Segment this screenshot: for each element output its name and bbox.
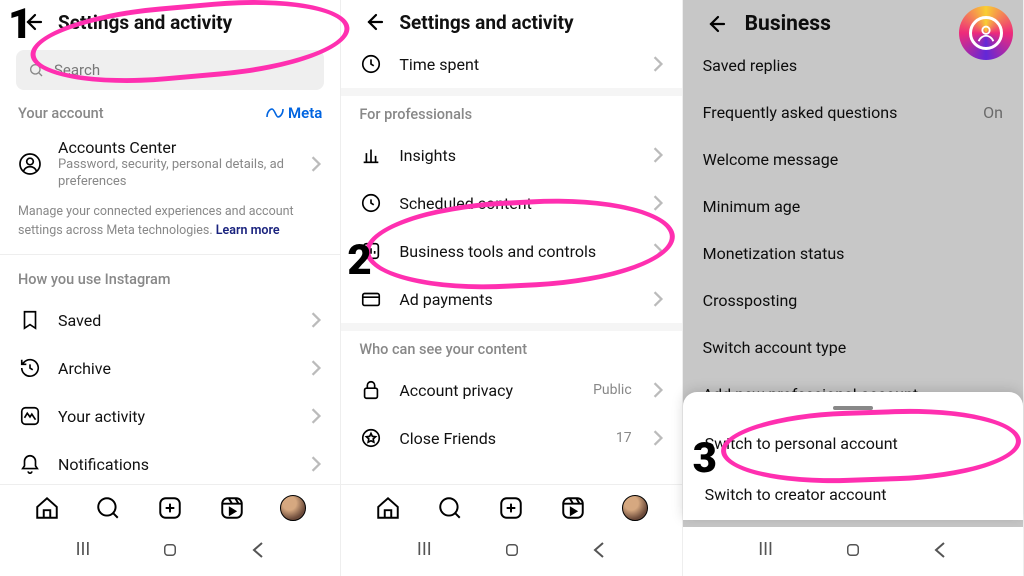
search-icon <box>28 62 44 78</box>
back-nav-icon[interactable] <box>933 542 947 558</box>
header: Settings and activity <box>0 0 340 40</box>
your-activity-row[interactable]: Your activity <box>0 392 340 440</box>
chevron-right-icon <box>652 243 664 259</box>
bell-icon <box>18 452 42 476</box>
instagram-profile-badge <box>959 6 1013 60</box>
chevron-right-icon <box>652 195 664 211</box>
bookmark-icon <box>18 308 42 332</box>
recent-apps-icon[interactable]: III <box>758 539 773 560</box>
chevron-right-icon <box>310 156 322 172</box>
chevron-right-icon <box>652 56 664 72</box>
scheduled-content-row[interactable]: Scheduled content <box>341 179 681 227</box>
home-icon[interactable] <box>34 495 60 521</box>
step-number-2: 2 <box>347 240 371 282</box>
chevron-right-icon <box>652 430 664 446</box>
chevron-right-icon <box>652 147 664 163</box>
search-icon[interactable] <box>95 495 121 521</box>
card-icon <box>359 287 383 311</box>
clock-icon <box>359 52 383 76</box>
tab-bar <box>341 484 681 527</box>
search-placeholder: Search <box>54 61 100 79</box>
page-title: Settings and activity <box>399 11 573 34</box>
archive-icon <box>18 356 42 380</box>
step-number-1: 1 <box>8 4 32 46</box>
home-button-icon[interactable] <box>161 541 179 559</box>
create-icon[interactable] <box>498 495 524 521</box>
accounts-center-title: Accounts Center <box>58 138 294 157</box>
page-title: Settings and activity <box>58 11 232 34</box>
business-tools-row[interactable]: Business tools and controls <box>341 227 681 275</box>
account-privacy-row[interactable]: Account privacy Public <box>341 366 681 414</box>
search-icon[interactable] <box>437 495 463 521</box>
step-number-3: 3 <box>693 438 717 480</box>
reels-icon[interactable] <box>219 495 245 521</box>
back-nav-icon[interactable] <box>592 542 606 558</box>
schedule-icon <box>359 191 383 215</box>
chevron-right-icon <box>652 291 664 307</box>
chevron-right-icon <box>310 312 322 328</box>
how-you-use-label: How you use Instagram <box>0 261 340 296</box>
sheet-handle[interactable] <box>833 406 873 410</box>
profile-avatar[interactable] <box>622 495 648 521</box>
notifications-row[interactable]: Notifications <box>0 440 340 480</box>
home-button-icon[interactable] <box>844 541 862 559</box>
lock-icon <box>359 378 383 402</box>
learn-more-link[interactable]: Learn more <box>216 223 280 238</box>
profile-icon <box>18 152 42 176</box>
meta-brand: Meta <box>266 104 322 122</box>
accounts-center-sub: Password, security, personal details, ad… <box>58 157 294 191</box>
chevron-right-icon <box>310 408 322 424</box>
back-nav-icon[interactable] <box>251 542 265 558</box>
chevron-right-icon <box>652 382 664 398</box>
time-spent-row[interactable]: Time spent <box>341 40 681 88</box>
home-button-icon[interactable] <box>503 541 521 559</box>
star-icon <box>359 426 383 450</box>
switch-creator-option[interactable]: Switch to creator account <box>683 469 1023 520</box>
activity-icon <box>18 404 42 428</box>
accounts-note: Manage your connected experiences and ac… <box>0 203 340 256</box>
android-nav: III <box>683 527 1023 576</box>
android-nav: III <box>341 527 681 576</box>
who-can-see-label: Who can see your content <box>341 331 681 366</box>
bottom-sheet: Switch to personal account Switch to cre… <box>683 392 1023 520</box>
tab-bar <box>0 484 340 527</box>
close-friends-row[interactable]: Close Friends 17 <box>341 414 681 462</box>
phone-3: 3 Business Saved replies Frequently aske… <box>683 0 1024 576</box>
recent-apps-icon[interactable]: III <box>76 539 91 560</box>
reels-icon[interactable] <box>560 495 586 521</box>
back-icon[interactable] <box>361 10 385 34</box>
android-nav: III <box>0 527 340 576</box>
insights-row[interactable]: Insights <box>341 131 681 179</box>
ad-payments-row[interactable]: Ad payments <box>341 275 681 323</box>
create-icon[interactable] <box>157 495 183 521</box>
recent-apps-icon[interactable]: III <box>417 539 432 560</box>
search-input[interactable]: Search <box>16 50 324 90</box>
home-icon[interactable] <box>375 495 401 521</box>
profile-avatar[interactable] <box>280 495 306 521</box>
chevron-right-icon <box>310 456 322 472</box>
switch-personal-option[interactable]: Switch to personal account <box>683 418 1023 469</box>
insights-icon <box>359 143 383 167</box>
your-account-label: Your account <box>18 105 104 122</box>
phone-1: 1 Settings and activity Search Your acco… <box>0 0 341 576</box>
for-professionals-label: For professionals <box>341 96 681 131</box>
accounts-center-row[interactable]: Accounts Center Password, security, pers… <box>0 126 340 203</box>
saved-row[interactable]: Saved <box>0 296 340 344</box>
chevron-right-icon <box>310 360 322 376</box>
header: Settings and activity <box>341 0 681 40</box>
archive-row[interactable]: Archive <box>0 344 340 392</box>
privacy-value: Public <box>593 382 632 398</box>
phone-2: 2 Settings and activity Time spent For p… <box>341 0 682 576</box>
close-friends-value: 17 <box>616 430 632 446</box>
profile-icon <box>969 16 1003 50</box>
